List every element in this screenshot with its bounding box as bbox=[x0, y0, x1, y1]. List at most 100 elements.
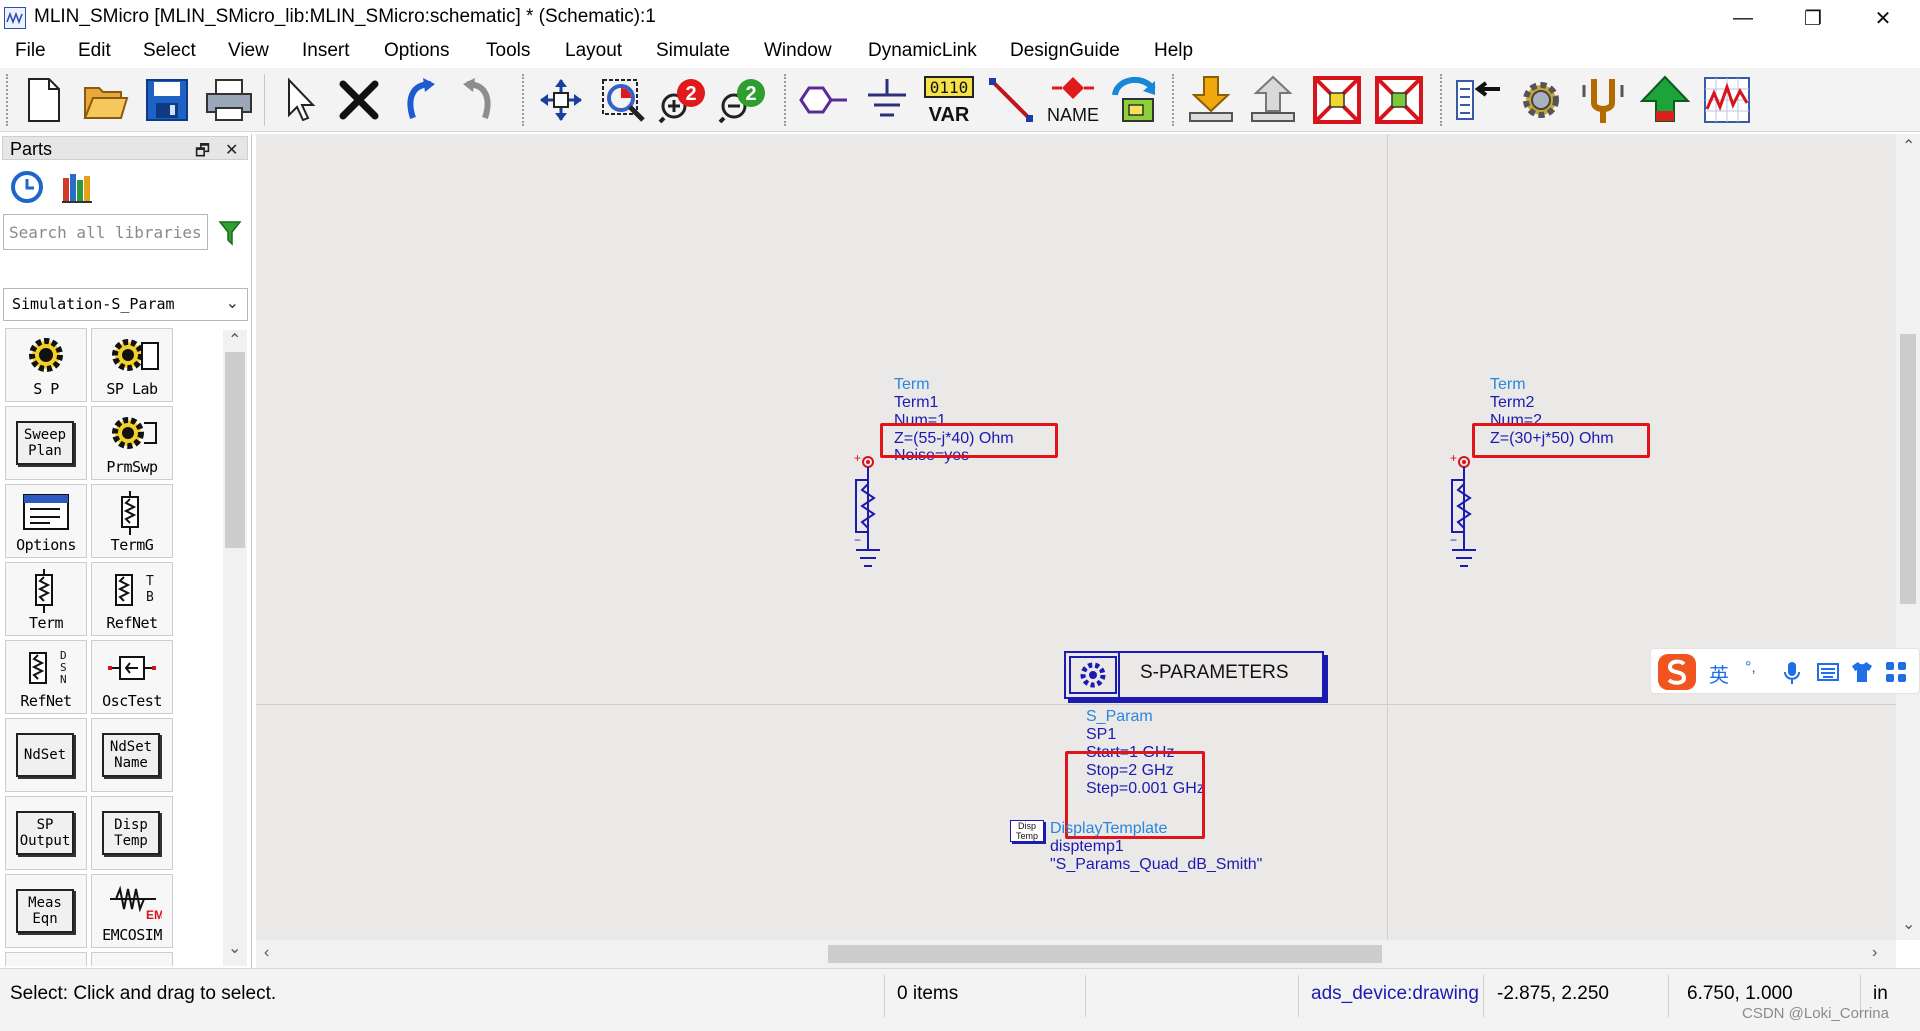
scroll-up-icon[interactable]: ⌃ bbox=[228, 330, 241, 350]
palette-item-partial[interactable] bbox=[5, 952, 87, 966]
filter-button[interactable] bbox=[218, 220, 242, 252]
canvas-horizontal-scrollbar[interactable]: ‹ › bbox=[256, 940, 1896, 968]
restore-button[interactable]: ❐ bbox=[1778, 0, 1848, 36]
insert-ground-button[interactable] bbox=[860, 74, 914, 126]
menu-view[interactable]: View bbox=[228, 40, 269, 62]
insert-port-button[interactable] bbox=[796, 74, 850, 126]
toolbar-grip[interactable] bbox=[784, 74, 788, 126]
menu-select[interactable]: Select bbox=[143, 40, 196, 62]
toolbar-grip[interactable] bbox=[522, 74, 526, 126]
menu-layout[interactable]: Layout bbox=[565, 40, 622, 62]
palette-item-prmswp[interactable]: PrmSwp bbox=[91, 406, 173, 480]
library-dropdown[interactable]: Simulation-S_Param ⌄ bbox=[3, 288, 248, 321]
term2-type[interactable]: Term bbox=[1490, 376, 1526, 394]
minimize-button[interactable]: — bbox=[1708, 0, 1778, 36]
history-button[interactable] bbox=[10, 170, 44, 210]
print-button[interactable] bbox=[202, 74, 256, 126]
menu-designguide[interactable]: DesignGuide bbox=[1010, 40, 1120, 62]
palette-scroll-thumb[interactable] bbox=[225, 352, 245, 548]
delete-button[interactable] bbox=[332, 74, 386, 126]
open-folder-button[interactable] bbox=[78, 74, 132, 126]
toolbar-grip[interactable] bbox=[1440, 74, 1444, 126]
palette-item-meas-eqn[interactable]: Meas Eqn bbox=[5, 874, 87, 948]
palette-item-sp-lab[interactable]: SP Lab bbox=[91, 328, 173, 402]
redo-button[interactable] bbox=[452, 74, 506, 126]
save-button[interactable] bbox=[140, 74, 194, 126]
ime-toolbar[interactable]: 英 °, bbox=[1650, 648, 1920, 694]
schematic-canvas[interactable]: + − Term Term1 Num=1 Z=(55-j*40) Ohm Noi… bbox=[256, 134, 1896, 940]
ime-language-toggle[interactable]: 英 bbox=[1709, 659, 1729, 688]
scroll-left-icon[interactable]: ‹ bbox=[264, 944, 269, 962]
palette-item-refnet-dsn[interactable]: DSN RefNet bbox=[5, 640, 87, 714]
insert-name-button[interactable]: NAME bbox=[1046, 74, 1100, 126]
ime-punctuation-toggle[interactable]: °, bbox=[1745, 659, 1756, 677]
menu-file[interactable]: File bbox=[15, 40, 46, 62]
menu-insert[interactable]: Insert bbox=[302, 40, 350, 62]
canvas-vertical-scroll-thumb[interactable] bbox=[1900, 334, 1916, 604]
toolbar-grip[interactable] bbox=[1172, 74, 1176, 126]
new-document-button[interactable] bbox=[16, 74, 70, 126]
palette-item-partial[interactable] bbox=[91, 952, 173, 966]
float-panel-icon[interactable]: 🗗 bbox=[195, 140, 210, 167]
insert-var-button[interactable]: 0110 VAR bbox=[922, 74, 976, 126]
keyboard-icon[interactable] bbox=[1817, 663, 1839, 681]
short-button[interactable] bbox=[1372, 74, 1426, 126]
deactivate-button[interactable] bbox=[1310, 74, 1364, 126]
undo-button[interactable] bbox=[392, 74, 446, 126]
canvas-vertical-scrollbar[interactable]: ⌃ ⌄ bbox=[1896, 134, 1920, 940]
term2-symbol[interactable]: + − bbox=[1442, 450, 1482, 578]
tuning-button[interactable] bbox=[1514, 74, 1568, 126]
scroll-down-icon[interactable]: ⌄ bbox=[1902, 914, 1915, 934]
microphone-icon[interactable] bbox=[1783, 661, 1801, 685]
menu-options[interactable]: Options bbox=[384, 40, 449, 62]
palette-scrollbar[interactable]: ⌃ ⌄ bbox=[223, 330, 247, 966]
toolbox-grid-icon[interactable] bbox=[1885, 661, 1907, 683]
toolbar-grip[interactable] bbox=[6, 74, 10, 126]
canvas-horizontal-scroll-thumb[interactable] bbox=[828, 945, 1382, 963]
term1-type[interactable]: Term bbox=[894, 376, 930, 394]
zoom-in-button[interactable]: 2 bbox=[656, 74, 710, 126]
sparam-name[interactable]: SP1 bbox=[1086, 726, 1116, 744]
insert-wire-button[interactable] bbox=[984, 74, 1038, 126]
scroll-right-icon[interactable]: › bbox=[1872, 944, 1877, 962]
display-template-name[interactable]: disptemp1 bbox=[1050, 838, 1124, 856]
menu-window[interactable]: Window bbox=[764, 40, 832, 62]
palette-item-sweep-plan[interactable]: Sweep Plan bbox=[5, 406, 87, 480]
select-pointer-button[interactable] bbox=[272, 74, 326, 126]
pan-button[interactable] bbox=[534, 74, 588, 126]
push-into-button[interactable] bbox=[1184, 74, 1238, 126]
palette-item-options[interactable]: Options bbox=[5, 484, 87, 558]
term1-name[interactable]: Term1 bbox=[894, 394, 938, 412]
palette-item-ndset[interactable]: NdSet bbox=[5, 718, 87, 792]
term2-name[interactable]: Term2 bbox=[1490, 394, 1534, 412]
yield-button[interactable] bbox=[1638, 74, 1692, 126]
zoom-area-button[interactable] bbox=[596, 74, 650, 126]
palette-item-sp-output[interactable]: SP Output bbox=[5, 796, 87, 870]
menu-simulate[interactable]: Simulate bbox=[656, 40, 730, 62]
skin-shirt-icon[interactable] bbox=[1851, 661, 1873, 683]
scroll-up-icon[interactable]: ⌃ bbox=[1902, 136, 1915, 156]
display-template-icon[interactable]: Disp Temp bbox=[1010, 820, 1044, 842]
data-display-button[interactable] bbox=[1700, 74, 1754, 126]
pop-out-button[interactable] bbox=[1246, 74, 1300, 126]
palette-item-termg[interactable]: TermG bbox=[91, 484, 173, 558]
menu-help[interactable]: Help bbox=[1154, 40, 1193, 62]
status-layer[interactable]: ads_device:drawing bbox=[1311, 983, 1479, 1005]
term1-symbol[interactable]: + − bbox=[846, 450, 886, 578]
palette-item-refnet-tb[interactable]: TB RefNet bbox=[91, 562, 173, 636]
library-browser-button[interactable] bbox=[60, 170, 94, 210]
close-panel-icon[interactable]: ✕ bbox=[225, 140, 238, 160]
zoom-out-button[interactable]: 2 bbox=[716, 74, 770, 126]
palette-item-osctest[interactable]: OscTest bbox=[91, 640, 173, 714]
simulate-button[interactable] bbox=[1108, 74, 1162, 126]
display-template-value[interactable]: "S_Params_Quad_dB_Smith" bbox=[1050, 856, 1262, 874]
sparam-type[interactable]: S_Param bbox=[1086, 708, 1153, 726]
optimize-button[interactable] bbox=[1576, 74, 1630, 126]
palette-item-term[interactable]: Term bbox=[5, 562, 87, 636]
palette-item-ndset-name[interactable]: NdSet Name bbox=[91, 718, 173, 792]
menu-edit[interactable]: Edit bbox=[78, 40, 111, 62]
display-template-type[interactable]: DisplayTemplate bbox=[1050, 820, 1167, 838]
search-input[interactable] bbox=[3, 214, 208, 250]
menu-tools[interactable]: Tools bbox=[486, 40, 530, 62]
close-button[interactable]: ✕ bbox=[1848, 0, 1918, 36]
